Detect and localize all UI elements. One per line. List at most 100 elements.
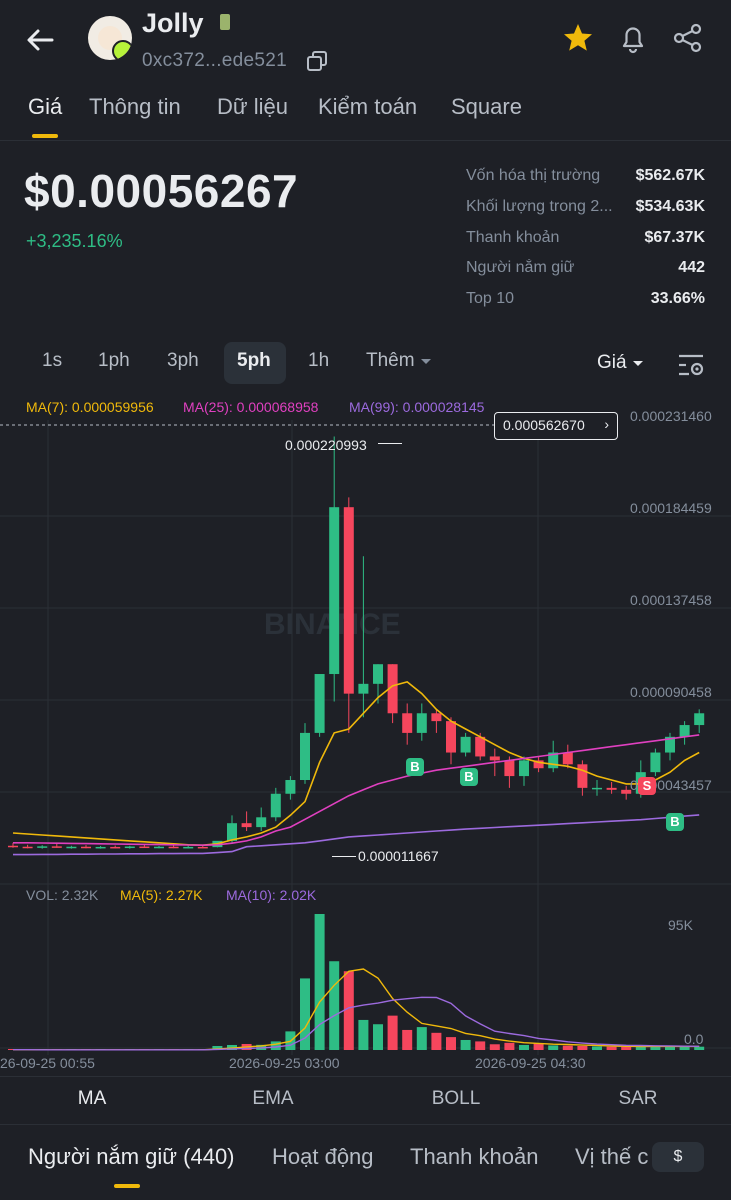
- candle-body: [241, 823, 252, 828]
- candle-body: [197, 846, 208, 849]
- sell-marker: S: [638, 777, 656, 795]
- volume-axis-label: 95K: [668, 917, 693, 933]
- time-axis-label: 2026-09-25 04:30: [475, 1055, 586, 1071]
- interval-more-label: Thêm: [366, 350, 415, 371]
- volume-bar: [446, 1037, 456, 1050]
- tag-icon: [220, 14, 230, 30]
- price-change: +3,235.16%: [26, 231, 123, 251]
- price-toggle-button[interactable]: Giá: [597, 352, 644, 374]
- tab-info[interactable]: Thông tin: [89, 94, 181, 120]
- indicator-tab-ma[interactable]: MA: [32, 1088, 152, 1110]
- interval-1ph[interactable]: 1ph: [98, 350, 130, 372]
- candle-body: [37, 846, 48, 848]
- stat-label-top10: Top 10: [466, 290, 515, 307]
- candle-body: [446, 721, 456, 753]
- stat-value-liquidity: $67.37K: [644, 229, 706, 246]
- divider: [0, 1076, 731, 1077]
- high-label: 0.000220993: [285, 437, 367, 453]
- vol-ma10-legend: MA(10): 2.02K: [226, 887, 317, 903]
- time-axis-label: 26-09-25 00:55: [0, 1055, 95, 1071]
- vol-ma5-line: [13, 968, 700, 1051]
- favorite-star-icon[interactable]: [560, 20, 596, 56]
- indicator-tab-sar[interactable]: SAR: [578, 1088, 698, 1110]
- tab-data[interactable]: Dữ liệu: [217, 94, 288, 120]
- volume-bar: [270, 1041, 281, 1050]
- candle-body: [460, 736, 471, 753]
- interval-more-button[interactable]: Thêm: [366, 350, 432, 372]
- buy-marker: B: [406, 758, 424, 776]
- candle-body: [66, 846, 77, 849]
- candle-body: [51, 846, 62, 848]
- main-tabs: Giá Thông tin Dữ liệu Kiểm toán Square: [0, 90, 731, 140]
- candle-body: [168, 846, 179, 849]
- candle-body: [504, 760, 515, 777]
- badge-icon: [112, 40, 132, 60]
- low-pointer: [332, 856, 356, 857]
- divider: [0, 1124, 731, 1125]
- tab-price[interactable]: Giá: [28, 94, 62, 120]
- price-toggle-label: Giá: [597, 352, 627, 373]
- candle-body: [8, 845, 18, 848]
- bottom-tab-activity[interactable]: Hoạt động: [272, 1144, 374, 1170]
- candle-body: [227, 823, 237, 841]
- stat-value-top10: 33.66%: [650, 290, 705, 307]
- currency-toggle[interactable]: $: [652, 1142, 704, 1172]
- y-axis-label: 0.000090458: [630, 684, 712, 700]
- token-address: 0xc372...ede521: [142, 50, 288, 71]
- volume-bar: [475, 1041, 486, 1050]
- volume-bar: [343, 971, 354, 1050]
- candle-body: [650, 752, 661, 773]
- tab-audit[interactable]: Kiểm toán: [318, 94, 417, 120]
- volume-bar: [519, 1044, 529, 1050]
- tab-square[interactable]: Square: [451, 94, 522, 120]
- candle-body: [416, 713, 427, 733]
- y-axis-label: 0.000137458: [630, 592, 712, 608]
- high-pointer: [378, 443, 402, 444]
- interval-1h[interactable]: 1h: [308, 350, 329, 372]
- candlestick-chart[interactable]: BINANCE: [0, 388, 731, 1078]
- chart-settings-icon[interactable]: [676, 350, 706, 380]
- volume-bar: [621, 1046, 632, 1050]
- buy-marker: B: [666, 813, 684, 831]
- volume-bar: [533, 1043, 544, 1050]
- bottom-tab-positions[interactable]: Vị thế c: [575, 1144, 657, 1170]
- candle-body: [343, 507, 354, 694]
- candle-body: [300, 732, 310, 781]
- candle-body: [110, 846, 121, 849]
- bottom-tab-liquidity[interactable]: Thanh khoản: [410, 1144, 538, 1170]
- candle-body: [592, 787, 602, 790]
- candle-body: [489, 756, 500, 761]
- buy-marker: B: [460, 768, 478, 786]
- ma25-legend: MA(25): 0.000068958: [183, 399, 319, 415]
- current-price-tag[interactable]: 0.000562670 ›: [494, 412, 618, 440]
- back-button[interactable]: [22, 22, 58, 58]
- chevron-right-icon: ›: [604, 416, 609, 432]
- ma7-line: [12, 681, 700, 847]
- candle-body: [95, 846, 106, 849]
- volume-bar: [329, 961, 340, 1050]
- interval-1s[interactable]: 1s: [42, 350, 62, 372]
- candle-body: [285, 780, 296, 794]
- copy-icon[interactable]: [306, 50, 328, 72]
- interval-5ph[interactable]: 5ph: [237, 350, 271, 372]
- volume-axis-label: 0.0: [684, 1031, 704, 1047]
- candle-body: [519, 760, 529, 777]
- indicator-tab-ema[interactable]: EMA: [213, 1088, 333, 1110]
- interval-3ph[interactable]: 3ph: [167, 350, 199, 372]
- bell-icon[interactable]: [615, 20, 651, 56]
- y-axis-label: 0.000231460: [630, 408, 712, 424]
- candle-body: [329, 507, 340, 675]
- indicator-tab-boll[interactable]: BOLL: [396, 1088, 516, 1110]
- candle-body: [154, 846, 164, 849]
- low-label: 0.000011667: [358, 848, 439, 864]
- share-icon[interactable]: [670, 20, 706, 56]
- ma7-legend: MA(7): 0.000059956: [26, 399, 154, 415]
- volume-bar: [387, 1015, 398, 1050]
- stat-value-market-cap: $562.67K: [635, 167, 705, 184]
- volume-bar: [358, 1019, 369, 1050]
- stat-value-holders: 442: [678, 259, 705, 276]
- volume-bar: [314, 914, 325, 1050]
- bottom-tab-holders[interactable]: Người nắm giữ (440): [28, 1144, 235, 1170]
- divider: [0, 140, 731, 141]
- candle-body: [124, 846, 135, 849]
